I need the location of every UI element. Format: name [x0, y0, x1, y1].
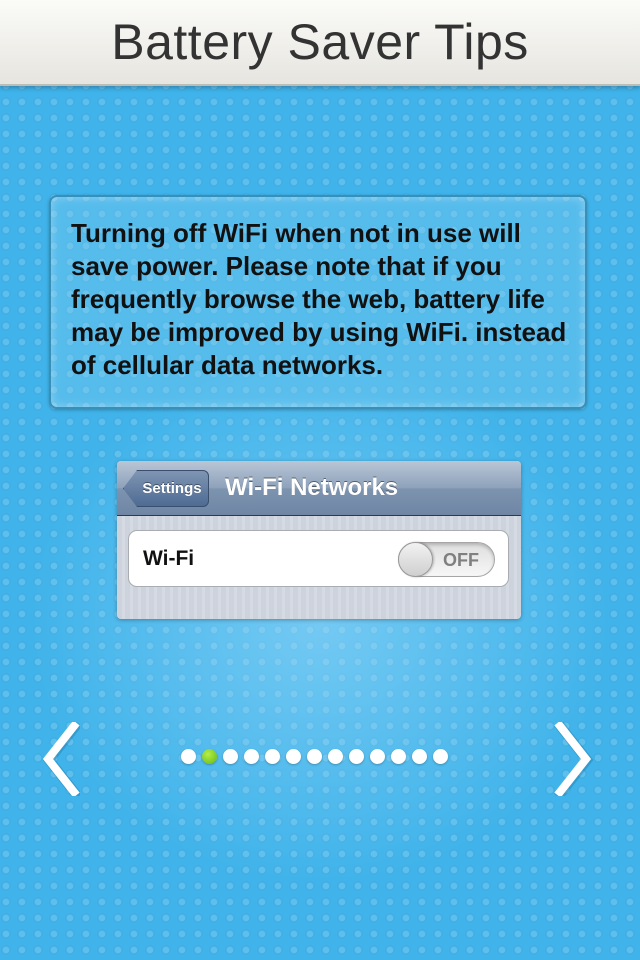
page-dot[interactable]: [265, 749, 280, 764]
page-dot[interactable]: [370, 749, 385, 764]
illustration-back-button: Settings: [123, 470, 209, 507]
page-dot[interactable]: [244, 749, 259, 764]
tip-box: Turning off WiFi when not in use will sa…: [49, 195, 587, 409]
page-dot[interactable]: [181, 749, 196, 764]
illustration-wifi-toggle: OFF: [398, 542, 495, 577]
illustration-wifi-label: Wi-Fi: [143, 547, 195, 570]
page-dot-active[interactable]: [202, 749, 217, 764]
previous-button[interactable]: [40, 722, 80, 796]
chevron-right-icon: [554, 722, 594, 796]
illustration-nav-title: Wi-Fi Networks: [225, 474, 399, 501]
settings-illustration: Settings Wi-Fi Networks Wi-Fi OFF: [117, 461, 521, 619]
illustration-nav-bar: Settings Wi-Fi Networks: [117, 461, 521, 516]
header-bar: Battery Saver Tips: [0, 0, 640, 86]
page-title: Battery Saver Tips: [111, 14, 529, 70]
page-dot[interactable]: [349, 749, 364, 764]
toggle-state-label: OFF: [443, 550, 479, 570]
chevron-left-icon: [42, 722, 80, 796]
page-dot[interactable]: [391, 749, 406, 764]
illustration-wifi-row: Wi-Fi OFF: [128, 530, 509, 587]
page-dot[interactable]: [286, 749, 301, 764]
tip-text: Turning off WiFi when not in use will sa…: [71, 218, 567, 380]
page-dot[interactable]: [328, 749, 343, 764]
page-dot[interactable]: [433, 749, 448, 764]
page-dot[interactable]: [412, 749, 427, 764]
toggle-knob: [398, 542, 433, 577]
next-button[interactable]: [554, 722, 594, 796]
page-dot[interactable]: [223, 749, 238, 764]
page-dot[interactable]: [307, 749, 322, 764]
page-indicator: [181, 749, 448, 766]
